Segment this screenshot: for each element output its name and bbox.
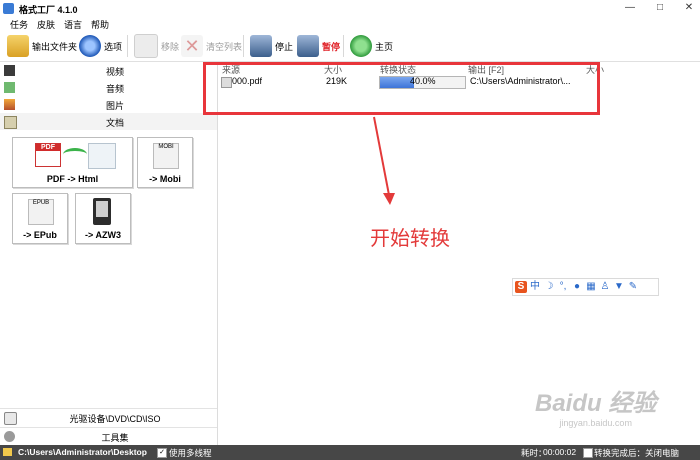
after-done-label[interactable]: 转换完成后：关闭电脑 — [594, 447, 679, 459]
menu-language[interactable]: 语言 — [64, 18, 82, 31]
menu-bar: 任务 皮肤 语言 帮助 — [0, 17, 700, 31]
toolbar-divider — [243, 35, 244, 57]
app-icon — [3, 3, 14, 14]
format-mobi[interactable]: MOBI -> Mobi — [137, 137, 193, 188]
toolbox-row[interactable]: 工具集 — [0, 427, 217, 444]
multithread-label: 使用多线程 — [169, 448, 212, 458]
mobi-icon: MOBI — [153, 143, 179, 169]
shirt-icon[interactable]: ▼ — [613, 281, 625, 293]
toolbar-divider — [343, 35, 344, 57]
title-bar: 格式工厂 4.1.0 — □ ✕ — [0, 0, 700, 17]
annotation-arrow-icon — [373, 116, 395, 205]
after-done-checkbox[interactable] — [583, 448, 593, 458]
category-document[interactable]: 文档 — [0, 113, 217, 130]
sogou-logo-icon[interactable]: S — [515, 281, 527, 293]
category-audio[interactable]: 音频 — [0, 79, 217, 96]
home-button[interactable]: 主页 — [350, 34, 393, 58]
remove-icon — [134, 34, 158, 58]
toolbar-divider — [127, 35, 128, 57]
minimize-button[interactable]: — — [623, 2, 637, 14]
moon-icon[interactable]: ☽ — [543, 281, 555, 293]
html-globe-icon — [88, 143, 116, 169]
remove-button[interactable]: 移除 — [134, 34, 179, 58]
category-image[interactable]: 图片 — [0, 96, 217, 113]
keyboard-icon[interactable]: ▦ — [585, 281, 597, 293]
left-panel: 视频 音频 图片 文档 PDF PDF -> Html MOBI -> Mobi… — [0, 62, 218, 445]
menu-help[interactable]: 帮助 — [91, 18, 109, 31]
multithread-checkbox[interactable]: ✓ — [157, 448, 167, 458]
stop-icon — [250, 35, 272, 57]
highlight-box — [203, 62, 600, 115]
folder-icon — [3, 448, 12, 456]
ime-toolbar: S 中 ☽ °, ● ▦ ♙ ▼ ✎ — [512, 278, 659, 296]
ime-mode-toggle[interactable]: 中 — [529, 281, 541, 293]
menu-skin[interactable]: 皮肤 — [37, 18, 55, 31]
elapsed-time: 00:00:02 — [543, 447, 577, 457]
user-icon[interactable]: ♙ — [599, 281, 611, 293]
punctuation-icon[interactable]: °, — [557, 281, 569, 293]
microphone-icon[interactable]: ● — [571, 281, 583, 293]
format-azw3[interactable]: -> AZW3 — [75, 193, 131, 244]
baidu-jingyan-watermark: Baidu 经验 jingyan.baidu.com — [535, 390, 657, 428]
wrench-icon[interactable]: ✎ — [627, 281, 639, 293]
home-globe-icon — [350, 35, 372, 57]
epub-icon: EPUB — [28, 199, 54, 225]
disc-devices-row[interactable]: 光驱设备\DVD\CD\ISO — [0, 408, 217, 425]
options-gear-icon — [79, 35, 101, 57]
toolbar: 输出文件夹 选项 移除 ✕ 清空列表 停止 暂停 主页 — [0, 31, 700, 62]
menu-task[interactable]: 任务 — [10, 18, 28, 31]
clear-list-button[interactable]: ✕ 清空列表 — [181, 34, 242, 58]
folder-icon — [7, 35, 29, 57]
status-bar: C:\Users\Administrator\Desktop ✓ 使用多线程 耗… — [0, 445, 700, 460]
convert-arrow-icon — [63, 148, 87, 161]
close-button[interactable]: ✕ — [682, 2, 696, 14]
category-video[interactable]: 视频 — [0, 62, 217, 79]
format-epub[interactable]: EPUB -> EPub — [12, 193, 68, 244]
maximize-button[interactable]: □ — [653, 2, 667, 14]
stop-button[interactable]: 停止 — [250, 34, 293, 58]
output-folder-button[interactable]: 输出文件夹 — [7, 34, 77, 58]
window-title: 格式工厂 4.1.0 — [19, 5, 78, 15]
pause-icon — [297, 35, 319, 57]
pdf-to-html-icon: PDF — [35, 143, 61, 167]
options-button[interactable]: 选项 — [79, 34, 122, 58]
pause-button[interactable]: 暂停 — [297, 34, 340, 58]
annotation-text: 开始转换 — [370, 226, 450, 250]
ereader-icon — [93, 198, 111, 225]
format-pdf-to-html[interactable]: PDF PDF -> Html — [12, 137, 133, 188]
clear-x-icon: ✕ — [181, 35, 203, 57]
output-path[interactable]: C:\Users\Administrator\Desktop — [18, 447, 147, 457]
